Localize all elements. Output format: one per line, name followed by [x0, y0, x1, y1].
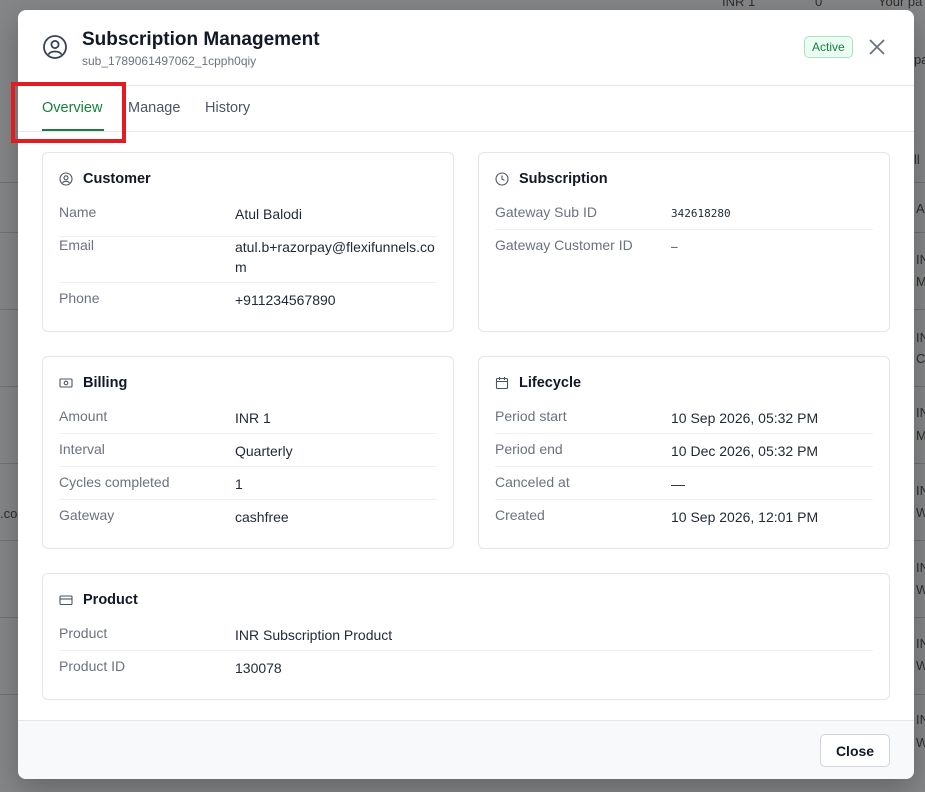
row-value: 342618280 — [671, 207, 731, 220]
canceled-at-row: Canceled at — — [495, 474, 873, 500]
product-name-row: Product INR Subscription Product — [59, 625, 873, 651]
row-label: Gateway — [59, 507, 115, 523]
row-label: Phone — [59, 290, 100, 306]
subscription-id: sub_1789061497062_1cpph0qiy — [82, 54, 257, 68]
modal-header: Subscription Management sub_178906149706… — [18, 10, 914, 86]
row-label: Name — [59, 204, 97, 220]
gateway-customer-id-row: Gateway Customer ID – — [495, 237, 873, 261]
customer-phone-row: Phone +911234567890 — [59, 290, 437, 314]
subscription-modal: Subscription Management sub_178906149706… — [18, 10, 914, 779]
modal-footer: Close — [18, 720, 914, 779]
row-label: Cycles completed — [59, 474, 170, 490]
row-value: – — [671, 240, 678, 253]
row-value: Atul Balodi — [235, 206, 302, 222]
card-title: Subscription — [519, 171, 608, 187]
product-id-row: Product ID 130078 — [59, 658, 873, 682]
close-icon[interactable] — [868, 38, 886, 56]
card-title: Product — [83, 592, 138, 608]
customer-name-row: Name Atul Balodi — [59, 204, 437, 237]
interval-row: Interval Quarterly — [59, 441, 437, 467]
row-label: Created — [495, 507, 545, 523]
cycles-completed-row: Cycles completed 1 — [59, 474, 437, 500]
row-label: Gateway Sub ID — [495, 204, 597, 220]
tab-bar: Overview Manage History — [18, 86, 914, 132]
row-value: 10 Sep 2026, 12:01 PM — [671, 509, 819, 525]
row-value: atul.b+razorpay@flexifunnels.com — [235, 239, 435, 275]
card-title: Customer — [83, 171, 151, 187]
row-value: 10 Sep 2026, 05:32 PM — [671, 410, 819, 426]
tab-manage[interactable]: Manage — [128, 100, 180, 116]
billing-card: Billing Amount INR 1 Interval Quarterly … — [42, 356, 454, 549]
product-card: Product Product INR Subscription Product… — [42, 573, 890, 700]
banknote-icon — [59, 378, 73, 388]
tab-history[interactable]: History — [205, 100, 250, 116]
row-value: 1 — [235, 476, 243, 492]
card-title: Lifecycle — [519, 375, 582, 391]
modal-body: Customer Name Atul Balodi Email atul.b+r… — [18, 132, 914, 720]
gateway-sub-id-row: Gateway Sub ID 342618280 — [495, 204, 873, 230]
row-value: INR Subscription Product — [235, 627, 393, 643]
row-value: cashfree — [235, 509, 289, 525]
user-circle-icon — [43, 35, 67, 59]
period-end-row: Period end 10 Dec 2026, 05:32 PM — [495, 441, 873, 467]
amount-row: Amount INR 1 — [59, 408, 437, 434]
customer-email-row: Email atul.b+razorpay@flexifunnels.com — [59, 237, 437, 283]
calendar-icon — [495, 377, 509, 390]
credit-card-icon — [59, 595, 73, 606]
status-badge: Active — [804, 36, 853, 58]
card-title: Billing — [83, 375, 128, 391]
gateway-row: Gateway cashfree — [59, 507, 437, 531]
subscription-card: Subscription Gateway Sub ID 342618280 Ga… — [478, 152, 890, 332]
row-value: Quarterly — [235, 443, 293, 459]
close-button[interactable]: Close — [820, 734, 890, 767]
period-start-row: Period start 10 Sep 2026, 05:32 PM — [495, 408, 873, 434]
row-label: Email — [59, 237, 95, 253]
row-label: Period end — [495, 441, 563, 457]
row-value: 10 Dec 2026, 05:32 PM — [671, 443, 819, 459]
row-label: Amount — [59, 408, 108, 424]
row-label: Period start — [495, 408, 567, 424]
row-label: Product — [59, 625, 108, 641]
row-label: Product ID — [59, 658, 126, 674]
lifecycle-card: Lifecycle Period start 10 Sep 2026, 05:3… — [478, 356, 890, 549]
created-row: Created 10 Sep 2026, 12:01 PM — [495, 507, 873, 531]
row-value: — — [671, 476, 685, 492]
customer-card: Customer Name Atul Balodi Email atul.b+r… — [42, 152, 454, 332]
user-icon — [59, 172, 73, 186]
row-label: Gateway Customer ID — [495, 237, 633, 253]
row-value: +911234567890 — [235, 292, 336, 308]
highlight-box — [11, 82, 126, 143]
row-label: Canceled at — [495, 474, 570, 490]
modal-title: Subscription Management — [82, 29, 320, 50]
row-value: INR 1 — [235, 410, 271, 426]
row-label: Interval — [59, 441, 105, 457]
row-value: 130078 — [235, 660, 282, 676]
clock-icon — [495, 172, 509, 186]
